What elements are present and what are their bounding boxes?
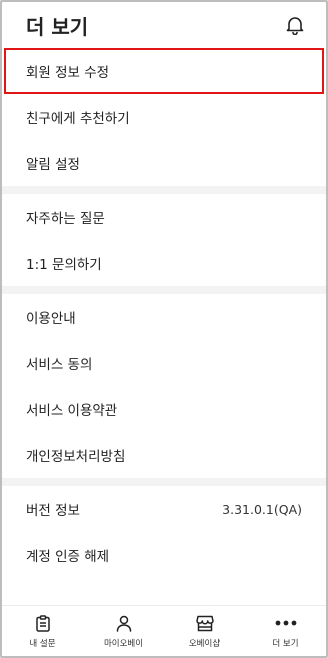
menu-item-inquiry[interactable]: 1:1 문의하기: [2, 240, 326, 286]
tab-label: 더 보기: [272, 639, 299, 649]
bottom-tab-bar: 내 설문 마이오베이 오베이샵 더 보기: [2, 605, 326, 656]
menu-item-label: 서비스 동의: [26, 357, 93, 373]
menu-section-app: 버전 정보 3.31.0.1(QA) 계정 인증 해제: [2, 486, 326, 578]
tab-my-surveys[interactable]: 내 설문: [3, 613, 83, 649]
section-divider: [2, 186, 326, 194]
section-divider: [2, 478, 326, 486]
bell-icon[interactable]: [284, 14, 306, 36]
menu-item-usage-guide[interactable]: 이용안내: [2, 294, 326, 340]
menu-item-label: 친구에게 추천하기: [26, 111, 130, 127]
menu-item-privacy-policy[interactable]: 개인정보처리방침: [2, 432, 326, 478]
menu-item-label: 자주하는 질문: [26, 211, 105, 227]
app-frame: 더 보기 회원 정보 수정 친구에게 추천하기 알림 설정 자주하는 질문 1:…: [0, 0, 328, 658]
more-dots-icon: [275, 613, 297, 633]
menu-section-policies: 이용안내 서비스 동의 서비스 이용약관 개인정보처리방침: [2, 294, 326, 478]
menu-item-label: 버전 정보: [26, 503, 80, 519]
menu-item-label: 개인정보처리방침: [26, 449, 126, 465]
menu-item-edit-profile[interactable]: 회원 정보 수정: [4, 48, 324, 94]
clipboard-icon: [35, 613, 50, 633]
section-divider: [2, 286, 326, 294]
menu-item-invite-friends[interactable]: 친구에게 추천하기: [2, 94, 326, 140]
menu-item-deauthorize-account[interactable]: 계정 인증 해제: [2, 532, 326, 578]
menu-item-label: 이용안내: [26, 311, 76, 327]
menu-item-label: 계정 인증 해제: [26, 549, 110, 565]
menu-item-notification-settings[interactable]: 알림 설정: [2, 140, 326, 186]
menu-item-label: 서비스 이용약관: [26, 403, 118, 419]
person-icon: [116, 613, 132, 633]
tab-more[interactable]: 더 보기: [246, 613, 326, 649]
menu-item-service-consent[interactable]: 서비스 동의: [2, 340, 326, 386]
menu-section-account: 회원 정보 수정 친구에게 추천하기 알림 설정: [2, 48, 326, 186]
menu-item-label: 알림 설정: [26, 157, 80, 173]
menu-item-label: 1:1 문의하기: [26, 257, 102, 273]
shop-icon: [195, 613, 214, 633]
menu-item-terms-of-service[interactable]: 서비스 이용약관: [2, 386, 326, 432]
menu-item-faq[interactable]: 자주하는 질문: [2, 194, 326, 240]
tab-obey-shop[interactable]: 오베이샵: [165, 613, 245, 649]
tab-label: 오베이샵: [188, 639, 221, 649]
tab-label: 마이오베이: [103, 639, 144, 649]
menu-section-support: 자주하는 질문 1:1 문의하기: [2, 194, 326, 286]
menu-item-version-info[interactable]: 버전 정보 3.31.0.1(QA): [2, 486, 326, 532]
page-title: 더 보기: [26, 14, 89, 39]
tab-my-obey[interactable]: 마이오베이: [84, 613, 164, 649]
tab-label: 내 설문: [29, 639, 56, 649]
version-value: 3.31.0.1(QA): [222, 501, 302, 517]
page-header: 더 보기: [2, 2, 326, 48]
menu-item-label: 회원 정보 수정: [26, 65, 110, 81]
